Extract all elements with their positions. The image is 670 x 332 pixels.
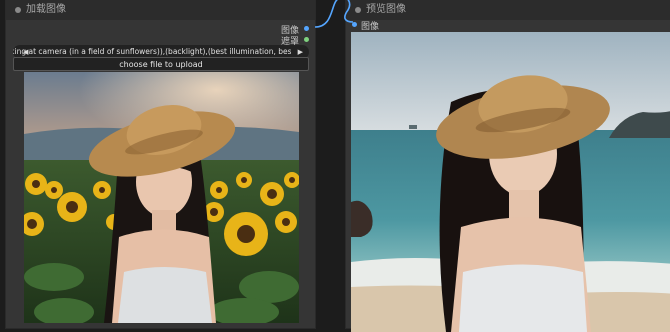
beach-portrait-image	[351, 32, 670, 332]
node-title-text: 预览图像	[366, 4, 406, 15]
sunflower-portrait-image	[24, 72, 299, 323]
input-image-label: 图像	[361, 22, 380, 32]
loaded-image-preview	[24, 72, 299, 323]
collapse-dot-icon[interactable]	[15, 7, 21, 13]
load-image-node-title[interactable]: 加载图像	[6, 0, 315, 20]
preview-output-image	[351, 32, 670, 332]
output-image-pin-icon[interactable]	[304, 26, 309, 31]
input-image-pin-icon[interactable]	[352, 22, 357, 27]
preview-image-node-title[interactable]: 预览图像	[346, 0, 670, 20]
output-mask-pin-icon[interactable]	[304, 37, 309, 42]
load-image-node[interactable]: 加载图像 图像 遮罩 ooking at camera (in a field …	[5, 0, 316, 329]
collapse-dot-icon[interactable]	[355, 7, 361, 13]
preview-image-node[interactable]: 预览图像 图像	[345, 0, 670, 332]
choose-file-button[interactable]: choose file to upload	[13, 57, 309, 71]
node-title-text: 加载图像	[26, 4, 66, 15]
